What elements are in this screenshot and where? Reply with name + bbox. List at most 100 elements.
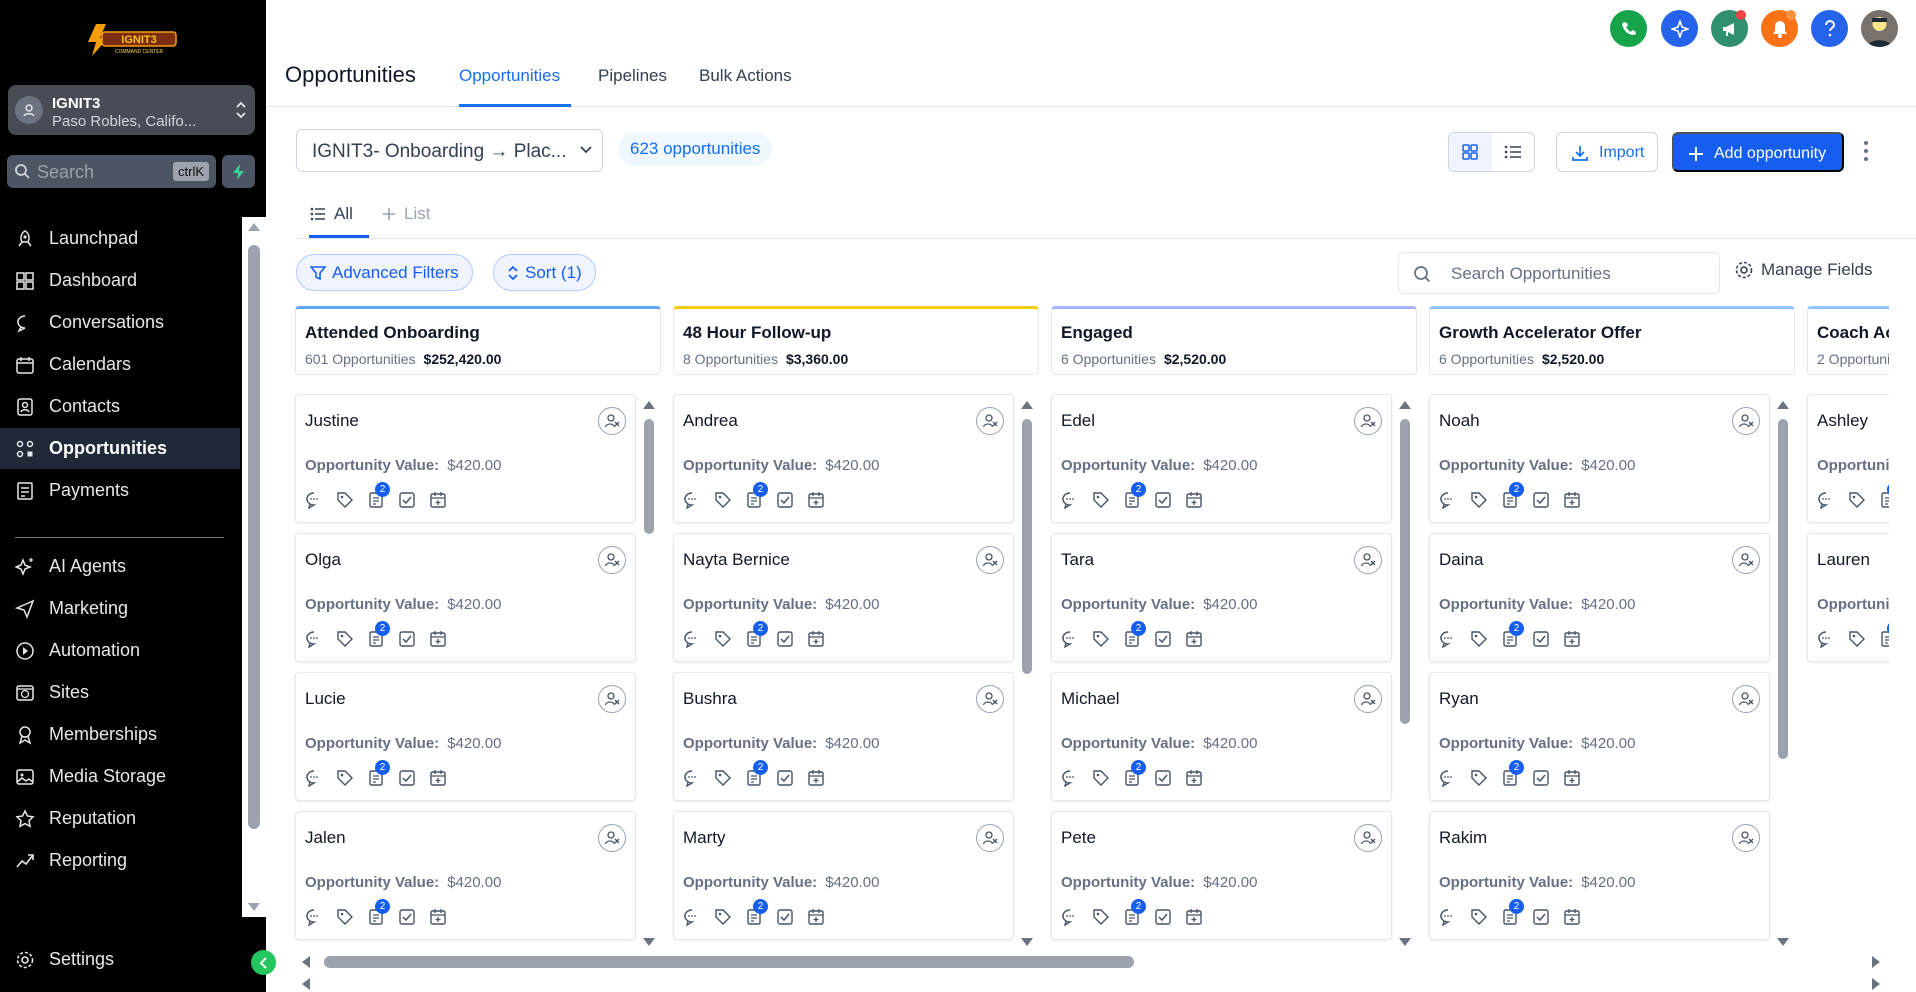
note-action[interactable]: 2 — [1123, 760, 1146, 787]
sidebar-search[interactable]: Search ctrlK — [7, 155, 216, 188]
location-switcher[interactable]: IGNIT3 Paso Robles, Califo... — [8, 85, 255, 135]
appointment-action[interactable] — [1185, 769, 1203, 787]
note-action[interactable]: 2 — [367, 899, 390, 926]
sidebar-item-conversations[interactable]: Conversations — [0, 302, 240, 343]
comment-action[interactable] — [305, 491, 323, 510]
quick-actions-button[interactable] — [222, 155, 255, 188]
opportunity-card[interactable]: Lauren Opportunity Value: 2 — [1807, 533, 1889, 662]
comment-action[interactable] — [1439, 630, 1457, 649]
scrollbar-thumb[interactable] — [1022, 419, 1032, 674]
opportunity-card[interactable]: Marty Opportunity Value: $420.00 2 — [673, 811, 1014, 940]
comment-action[interactable] — [1061, 908, 1079, 927]
assign-user-button[interactable] — [1732, 407, 1760, 435]
opportunity-card[interactable]: Ryan Opportunity Value: $420.00 2 — [1429, 672, 1770, 801]
comment-action[interactable] — [1439, 769, 1457, 788]
task-action[interactable] — [776, 769, 794, 787]
appointment-action[interactable] — [429, 769, 447, 787]
sidebar-item-calendars[interactable]: Calendars — [0, 344, 240, 385]
comment-action[interactable] — [683, 630, 701, 649]
search-opportunities-input[interactable]: Search Opportunities — [1398, 252, 1720, 294]
tab-pipelines[interactable]: Pipelines — [598, 66, 667, 86]
subtab-add-list[interactable]: List — [382, 204, 430, 224]
add-opportunity-button[interactable]: Add opportunity — [1672, 132, 1844, 172]
help-button[interactable] — [1811, 10, 1848, 47]
tag-action[interactable] — [714, 630, 732, 648]
sidebar-scrollbar[interactable] — [242, 217, 266, 917]
tag-action[interactable] — [336, 908, 354, 926]
sidebar-item-sites[interactable]: Sites — [0, 672, 240, 713]
task-action[interactable] — [776, 630, 794, 648]
opportunity-card[interactable]: Nayta Bernice Opportunity Value: $420.00 2 — [673, 533, 1014, 662]
sidebar-item-reputation[interactable]: Reputation — [0, 798, 240, 839]
sidebar-item-opportunities[interactable]: Opportunities — [0, 428, 240, 469]
announcements-button[interactable] — [1711, 10, 1748, 47]
scrollbar-thumb[interactable] — [1400, 419, 1410, 724]
scroll-down-arrow[interactable] — [248, 903, 260, 911]
comment-action[interactable] — [1439, 491, 1457, 510]
comment-action[interactable] — [1061, 630, 1079, 649]
opportunity-card[interactable]: Daina Opportunity Value: $420.00 2 — [1429, 533, 1770, 662]
opportunity-card[interactable]: Edel Opportunity Value: $420.00 2 — [1051, 394, 1392, 523]
appointment-action[interactable] — [429, 630, 447, 648]
comment-action[interactable] — [305, 908, 323, 927]
note-action[interactable]: 2 — [1501, 482, 1524, 509]
tag-action[interactable] — [1848, 491, 1866, 509]
collapse-sidebar-button[interactable] — [251, 950, 276, 975]
note-action[interactable]: 2 — [745, 621, 768, 648]
assign-user-button[interactable] — [976, 546, 1004, 574]
assign-user-button[interactable] — [1354, 407, 1382, 435]
assign-user-button[interactable] — [1354, 685, 1382, 713]
opportunity-card[interactable]: Pete Opportunity Value: $420.00 2 — [1051, 811, 1392, 940]
scroll-up-arrow[interactable] — [643, 401, 655, 409]
assign-user-button[interactable] — [598, 685, 626, 713]
opportunity-card[interactable]: Justine Opportunity Value: $420.00 2 — [295, 394, 636, 523]
sidebar-item-contacts[interactable]: Contacts — [0, 386, 240, 427]
page-horizontal-scrollbar[interactable] — [296, 977, 1886, 991]
appointment-action[interactable] — [1185, 630, 1203, 648]
appointment-action[interactable] — [429, 908, 447, 926]
import-button[interactable]: Import — [1556, 132, 1658, 172]
scroll-down-arrow[interactable] — [1399, 938, 1411, 946]
tag-action[interactable] — [1092, 630, 1110, 648]
scrollbar-thumb[interactable] — [324, 956, 1134, 968]
tag-action[interactable] — [1470, 630, 1488, 648]
note-action[interactable]: 2 — [1501, 899, 1524, 926]
scroll-down-arrow[interactable] — [643, 938, 655, 946]
stage-header[interactable]: Engaged 6 Opportunities $2,520.00 — [1051, 306, 1417, 375]
scroll-up-arrow[interactable] — [1399, 401, 1411, 409]
column-scrollbar[interactable] — [1775, 401, 1791, 946]
assign-user-button[interactable] — [976, 685, 1004, 713]
sidebar-item-ai-agents[interactable]: AI Agents — [0, 546, 240, 587]
tag-action[interactable] — [1092, 908, 1110, 926]
appointment-action[interactable] — [807, 491, 825, 509]
comment-action[interactable] — [305, 630, 323, 649]
task-action[interactable] — [1154, 491, 1172, 509]
task-action[interactable] — [398, 908, 416, 926]
scroll-up-arrow[interactable] — [1021, 401, 1033, 409]
appointment-action[interactable] — [429, 491, 447, 509]
tag-action[interactable] — [1092, 769, 1110, 787]
appointment-action[interactable] — [1185, 491, 1203, 509]
comment-action[interactable] — [305, 769, 323, 788]
more-options-icon[interactable] — [1862, 140, 1870, 162]
column-scrollbar[interactable] — [1397, 401, 1413, 946]
comment-action[interactable] — [1061, 491, 1079, 510]
stage-header[interactable]: Attended Onboarding 601 Opportunities $252… — [295, 306, 661, 375]
note-action[interactable]: 2 — [1501, 621, 1524, 648]
note-action[interactable]: 2 — [367, 482, 390, 509]
scroll-left-arrow[interactable] — [302, 978, 310, 990]
opportunity-card[interactable]: Tara Opportunity Value: $420.00 2 — [1051, 533, 1392, 662]
appointment-action[interactable] — [1563, 908, 1581, 926]
assign-user-button[interactable] — [598, 546, 626, 574]
opportunity-card[interactable]: Lucie Opportunity Value: $420.00 2 — [295, 672, 636, 801]
scrollbar-thumb[interactable] — [644, 419, 654, 534]
opportunity-card[interactable]: Ashley Opportunity Value: 2 — [1807, 394, 1889, 523]
assign-user-button[interactable] — [1732, 685, 1760, 713]
scrollbar-thumb[interactable] — [248, 245, 260, 829]
tag-action[interactable] — [714, 491, 732, 509]
comment-action[interactable] — [1061, 769, 1079, 788]
task-action[interactable] — [1154, 630, 1172, 648]
opportunity-card[interactable]: Noah Opportunity Value: $420.00 2 — [1429, 394, 1770, 523]
ai-assistant-button[interactable] — [1661, 10, 1698, 47]
tag-action[interactable] — [714, 769, 732, 787]
